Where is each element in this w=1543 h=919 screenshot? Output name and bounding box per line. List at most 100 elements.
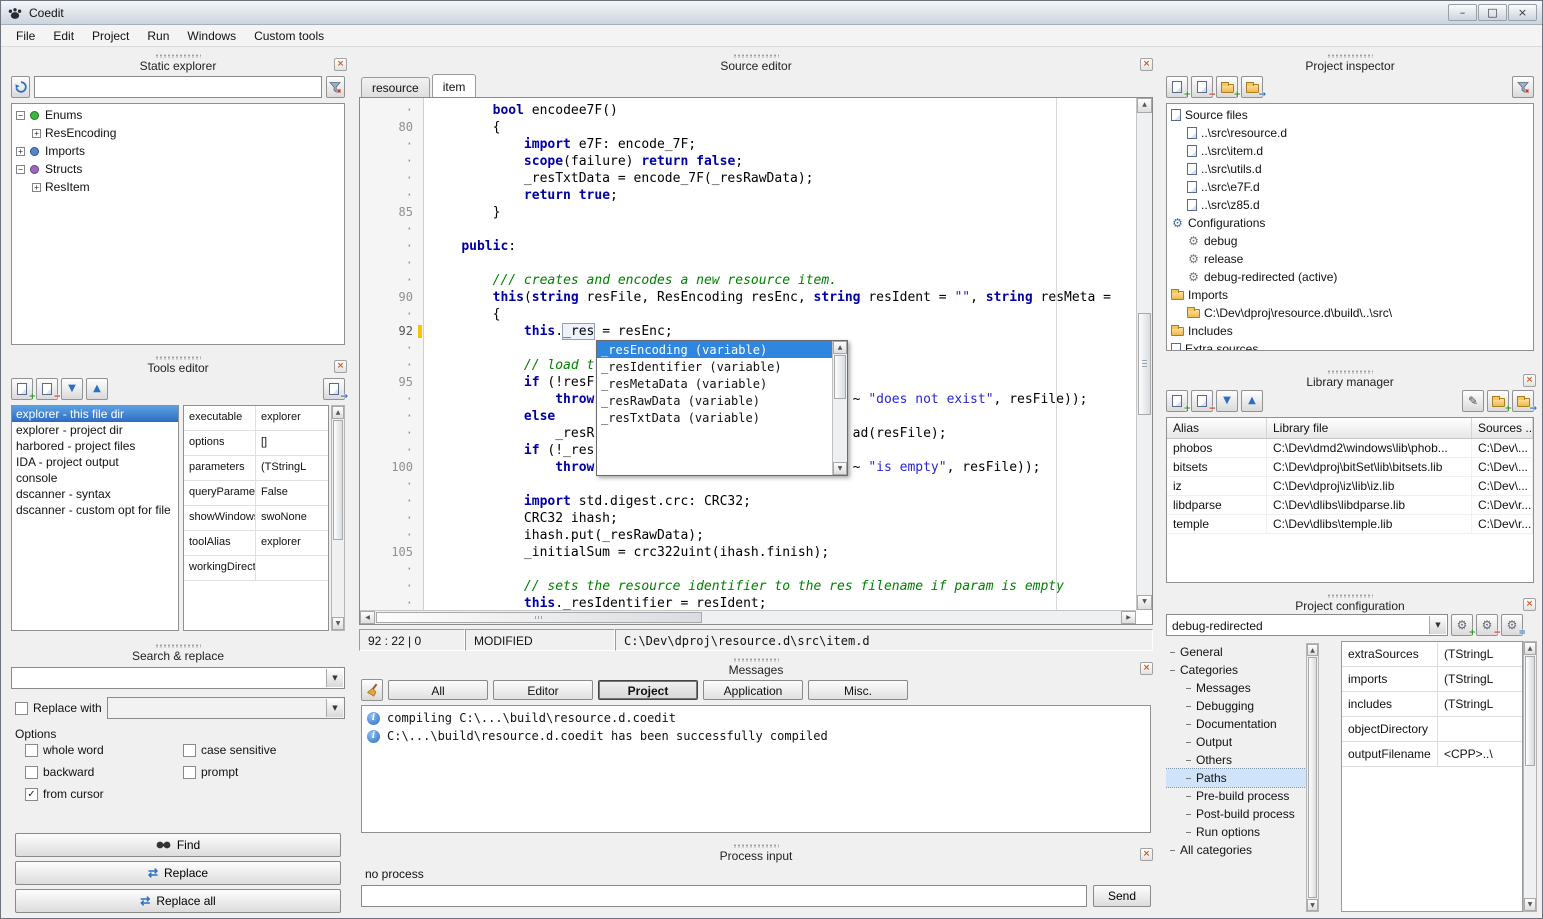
chevron-down-icon[interactable] [326,699,343,717]
config-property-row[interactable]: objectDirectory [1342,717,1522,742]
tree-item[interactable]: Categories [1166,661,1306,679]
filter-button-editor[interactable]: Editor [493,680,593,700]
menu-windows[interactable]: Windows [178,26,245,46]
completion-item[interactable]: _resTxtData (variable) [597,409,832,426]
chevron-down-icon[interactable] [326,669,343,687]
property-row[interactable]: parameters(TStringL [184,456,328,481]
message-row[interactable]: compiling C:\...\build\resource.d.coedit [362,709,1150,727]
completion-item[interactable]: _resEncoding (variable) [597,341,832,358]
property-value[interactable] [256,556,328,580]
checkbox-icon[interactable] [25,766,38,779]
scroll-up-icon[interactable]: ▲ [1307,644,1318,656]
tree-item[interactable]: ..\src\item.d [1167,142,1533,160]
menu-run[interactable]: Run [138,26,178,46]
library-table[interactable]: AliasLibrary fileSources ...phobosC:\Dev… [1166,417,1534,583]
tool-list-item[interactable]: dscanner - syntax [12,486,178,502]
tree-item[interactable]: Documentation [1166,715,1306,733]
editor-tab-item[interactable]: item [432,74,477,98]
code-editor[interactable]: ·80····85····90·92··95····100····105··· … [359,97,1153,625]
panel-header[interactable]: Tools editor [7,355,349,375]
checkbox-icon[interactable] [25,744,38,757]
checkbox-icon[interactable] [183,744,196,757]
scroll-down-icon[interactable]: ▼ [1524,898,1536,911]
search-term-combo[interactable] [11,667,345,689]
panel-header[interactable]: Messages [357,657,1155,677]
tool-list-item[interactable]: explorer - this file dir [12,406,178,422]
panel-header[interactable]: Project configuration [1162,593,1538,613]
tree-item[interactable]: Output [1166,733,1306,751]
close-icon[interactable] [1523,598,1536,611]
scroll-down-icon[interactable]: ▼ [1307,899,1318,911]
close-icon[interactable] [334,58,347,71]
property-value[interactable]: <CPP>..\ [1438,742,1522,766]
panel-header[interactable]: Library manager [1162,369,1538,389]
property-value[interactable]: [] [256,431,328,455]
close-icon[interactable] [1140,848,1153,861]
message-row[interactable]: C:\...\build\resource.d.coedit has been … [362,727,1150,745]
column-header[interactable]: Library file [1267,418,1472,438]
close-icon[interactable] [1140,662,1153,675]
scroll-thumb[interactable] [1138,313,1151,415]
scroll-thumb[interactable] [1308,657,1317,898]
configuration-properties-grid[interactable]: extraSources(TStringLimports(TStringLinc… [1341,641,1523,912]
tree-item[interactable]: ..\src\z85.d [1167,196,1533,214]
property-row[interactable]: queryParametFalse [184,481,328,506]
scroll-thumb[interactable] [376,612,702,623]
property-value[interactable]: (TStringL [256,456,328,480]
clear-messages-button[interactable] [361,679,383,701]
move-tool-up-button[interactable]: ▲ [86,378,108,400]
property-value[interactable]: False [256,481,328,505]
library-row[interactable]: libdparseC:\Dev\dlibs\libdparse.libC:\De… [1167,496,1533,515]
tree-item[interactable]: ..\src\e7F.d [1167,178,1533,196]
tree-item[interactable]: Post-build process [1166,805,1306,823]
scroll-thumb[interactable] [1525,656,1535,766]
scroll-up-icon[interactable]: ▲ [1137,98,1152,113]
expander-icon[interactable]: + [16,147,25,156]
filter-button-project[interactable]: Project [598,680,698,700]
tree-item[interactable]: ..\src\utils.d [1167,160,1533,178]
editor-tab-resource[interactable]: resource [361,77,430,98]
tree-item[interactable]: All categories [1166,841,1306,859]
search-option[interactable]: whole word [25,743,183,757]
search-option[interactable]: prompt [183,765,341,779]
completion-item[interactable]: _resMetaData (variable) [597,375,832,392]
messages-list[interactable]: compiling C:\...\build\resource.d.coedit… [361,705,1151,833]
column-header[interactable]: Sources ... [1472,418,1533,438]
move-library-down-button[interactable]: ▼ [1216,390,1238,412]
close-button[interactable]: × [1508,4,1537,21]
completion-scrollbar[interactable]: ▲ ▼ [832,341,847,475]
tree-item[interactable]: Paths [1166,769,1306,787]
expander-icon[interactable]: + [32,183,41,192]
remove-tool-button[interactable]: − [36,378,58,400]
add-library-button[interactable]: + [1166,390,1188,412]
clear-filter-button[interactable] [326,76,345,98]
property-value[interactable]: explorer [256,531,328,555]
scroll-left-icon[interactable]: ◀ [360,611,375,624]
menu-file[interactable]: File [7,26,44,46]
property-row[interactable]: options[] [184,431,328,456]
clone-configuration-button[interactable]: ⚙= [1501,614,1523,636]
search-option[interactable]: from cursor [25,787,183,801]
tree-item[interactable]: Debugging [1166,697,1306,715]
tree-item[interactable]: ⚙debug [1167,232,1533,250]
property-row[interactable]: executableexplorer [184,406,328,431]
property-row[interactable]: toolAliasexplorer [184,531,328,556]
scroll-right-icon[interactable]: ▶ [1121,611,1136,624]
filter-button-all[interactable]: All [388,680,488,700]
tool-list-item[interactable]: harbored - project files [12,438,178,454]
tree-item[interactable]: −Structs [12,160,344,178]
expander-icon[interactable]: − [16,165,25,174]
config-property-row[interactable]: imports(TStringL [1342,667,1522,692]
categories-scrollbar[interactable]: ▲ ▼ [1306,643,1319,912]
scroll-thumb[interactable] [834,355,846,399]
search-option[interactable]: backward [25,765,183,779]
tree-item[interactable]: ⚙debug-redirected (active) [1167,268,1533,286]
property-value[interactable] [1438,717,1522,741]
filter-button-application[interactable]: Application [703,680,803,700]
replace-all-button[interactable]: ⇄ Replace all [15,889,341,913]
panel-header[interactable]: Project inspector [1162,53,1538,73]
replace-with-checkbox[interactable] [15,702,28,715]
panel-header[interactable]: Static explorer [7,53,349,73]
tree-item[interactable]: Source files [1167,106,1533,124]
tree-item[interactable]: +ResEncoding [12,124,344,142]
